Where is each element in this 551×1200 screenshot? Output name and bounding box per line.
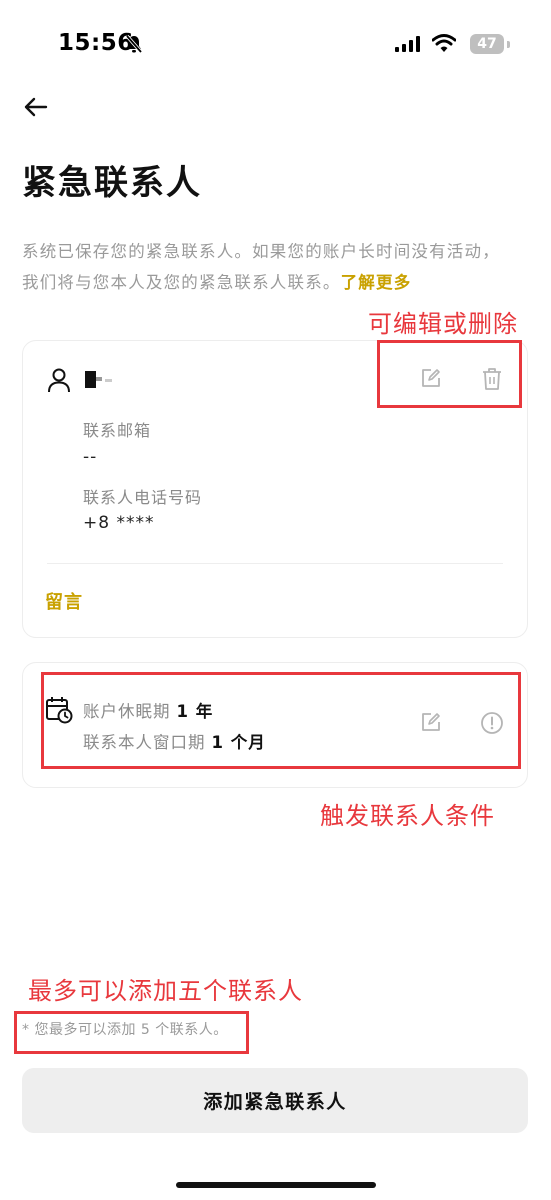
max-contacts-note: * 您最多可以添加 5 个联系人。: [22, 1022, 228, 1038]
phone-value: +8 ****: [83, 513, 155, 533]
status-time: 15:56: [58, 30, 134, 56]
signal-icon: [395, 36, 420, 52]
battery-cap: [507, 41, 510, 48]
page-title: 紧急联系人: [22, 163, 202, 203]
annotation-box-edit-delete: [377, 340, 522, 408]
annotation-max-contacts: 最多可以添加五个联系人: [28, 977, 303, 1005]
add-emergency-contact-button[interactable]: 添加紧急联系人: [22, 1068, 528, 1133]
phone-label: 联系人电话号码: [83, 488, 203, 507]
divider: [47, 563, 503, 564]
email-value: --: [83, 447, 98, 467]
description-text: 系统已保存您的紧急联系人。如果您的账户长时间没有活动，我们将与您本人及您的紧急联…: [22, 242, 500, 292]
home-indicator: [176, 1182, 376, 1188]
wifi-icon: [432, 34, 456, 52]
annotation-box-trigger: [41, 672, 521, 769]
status-bar: 15:56 47: [0, 0, 551, 90]
contact-name-redacted: [85, 371, 112, 388]
learn-more-link[interactable]: 了解更多: [341, 273, 412, 292]
email-label: 联系邮箱: [83, 421, 152, 440]
description: 系统已保存您的紧急联系人。如果您的账户长时间没有活动，我们将与您本人及您的紧急联…: [22, 236, 512, 298]
bell-off-icon: [125, 34, 143, 54]
back-arrow-icon[interactable]: [22, 92, 52, 122]
battery-indicator: 47: [470, 34, 504, 54]
annotation-edit-delete: 可编辑或删除: [368, 310, 518, 338]
annotation-trigger: 触发联系人条件: [320, 802, 495, 830]
message-link[interactable]: 留言: [45, 588, 83, 614]
user-icon: [48, 368, 70, 393]
